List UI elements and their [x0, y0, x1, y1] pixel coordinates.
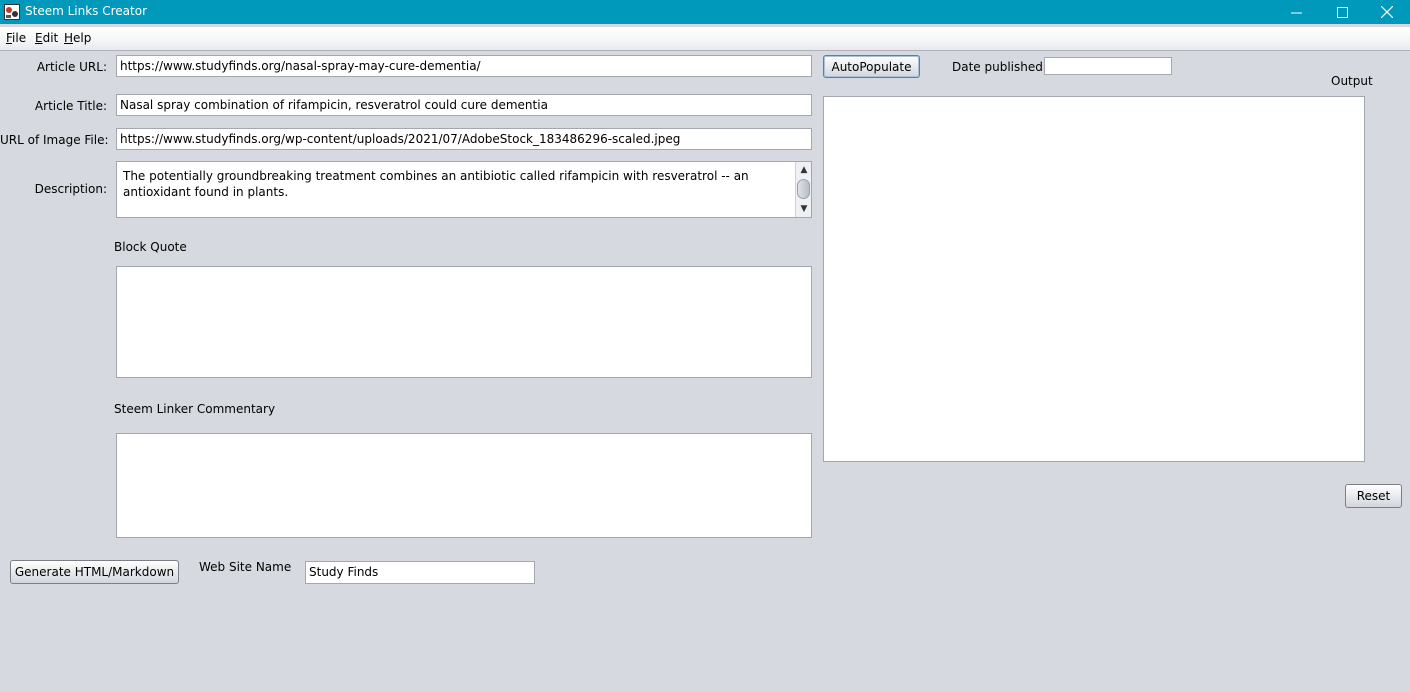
maximize-icon: [1336, 6, 1348, 18]
article-url-input[interactable]: https://www.studyfinds.org/nasal-spray-m…: [116, 55, 812, 77]
block-quote-label: Block Quote: [114, 240, 187, 254]
website-name-label: Web Site Name: [199, 560, 292, 574]
article-title-label: Article Title:: [34, 99, 107, 113]
menu-edit[interactable]: Edit: [35, 31, 58, 45]
reset-button[interactable]: Reset: [1345, 484, 1402, 508]
app-logo-icon: [4, 4, 20, 20]
scroll-up-icon[interactable]: ▲: [797, 163, 811, 177]
minimize-button[interactable]: [1273, 0, 1319, 24]
date-published-input[interactable]: [1044, 57, 1172, 75]
close-icon: [1381, 6, 1393, 18]
scroll-down-icon[interactable]: ▼: [797, 202, 811, 216]
image-url-label: URL of Image File:: [0, 133, 109, 147]
output-label: Output: [1331, 74, 1373, 88]
menu-help[interactable]: Help: [64, 31, 91, 45]
website-name-input[interactable]: Study Finds: [305, 561, 535, 584]
description-textarea[interactable]: The potentially groundbreaking treatment…: [116, 161, 812, 218]
commentary-textarea[interactable]: [116, 433, 812, 538]
output-textarea[interactable]: [823, 96, 1365, 462]
article-title-input[interactable]: Nasal spray combination of rifampicin, r…: [116, 94, 812, 116]
title-bar[interactable]: Steem Links Creator: [0, 0, 1410, 24]
block-quote-textarea[interactable]: [116, 266, 812, 378]
image-url-input[interactable]: https://www.studyfinds.org/wp-content/up…: [116, 128, 812, 150]
description-text: The potentially groundbreaking treatment…: [123, 169, 749, 199]
article-url-label: Article URL:: [36, 60, 107, 74]
description-scrollbar[interactable]: ▲ ▼: [795, 162, 811, 217]
autopopulate-button[interactable]: AutoPopulate: [823, 55, 920, 78]
description-label: Description:: [34, 182, 107, 196]
generate-markdown-button[interactable]: Generate HTML/Markdown: [10, 560, 179, 584]
scroll-thumb[interactable]: [797, 179, 810, 199]
commentary-label: Steem Linker Commentary: [114, 402, 276, 416]
window-title: Steem Links Creator: [25, 4, 147, 18]
maximize-button[interactable]: [1319, 0, 1365, 24]
close-button[interactable]: [1364, 0, 1410, 24]
minimize-icon: [1290, 12, 1302, 13]
date-published-label: Date published: [952, 60, 1043, 74]
menu-file[interactable]: File: [6, 31, 26, 45]
menu-bar: File Edit Help: [0, 27, 1410, 51]
